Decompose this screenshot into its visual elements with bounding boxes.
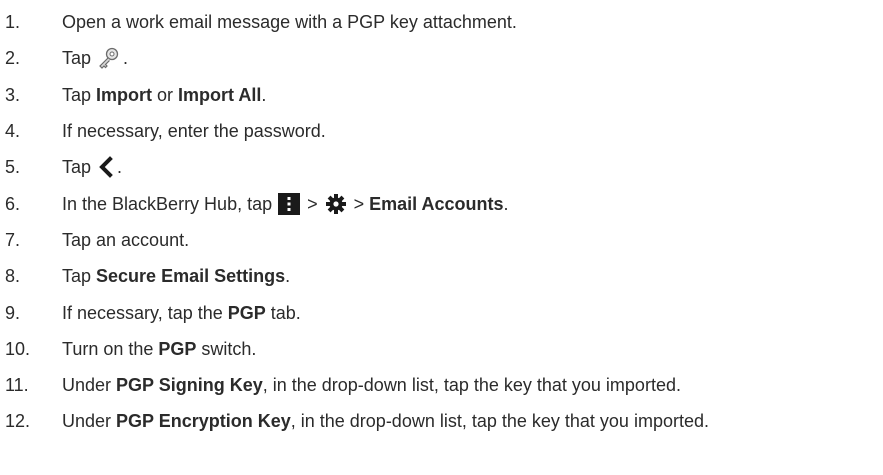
step-text-segment: Turn on the (62, 338, 159, 359)
step-text-segment: . (261, 84, 267, 105)
step-text-segment: Open a work email message with a PGP key… (62, 12, 517, 33)
step-text: Under PGP Encryption Key , in the drop-d… (62, 412, 709, 430)
step-number: 6. (5, 193, 21, 214)
ui-term-pgp-encryption-key: PGP Encryption Key (116, 411, 291, 432)
step-text: In the BlackBerry Hub, tap > > Email Acc… (62, 192, 509, 215)
step-number: 10. (5, 338, 31, 359)
step-7: 7. Tap an account. (0, 222, 883, 258)
step-text-segment: . (503, 193, 509, 214)
step-text: Tap . (62, 156, 123, 179)
step-text-segment: In the BlackBerry Hub, tap (62, 193, 273, 214)
ui-term-pgp: PGP (227, 302, 266, 323)
step-5: 5. Tap . (0, 149, 883, 185)
step-4: 4. If necessary, enter the password. (0, 113, 883, 149)
step-10: 10. Turn on the PGP switch. (0, 331, 883, 367)
step-text-segment: If necessary, tap the (62, 302, 228, 323)
step-text-segment: > (302, 193, 323, 214)
step-text: If necessary, tap the PGP tab. (62, 304, 301, 322)
step-text: Tap Secure Email Settings . (62, 267, 290, 285)
step-text-segment: , in the drop-down list, tap the key tha… (262, 375, 681, 396)
back-icon (97, 156, 115, 179)
step-text-segment: Tap an account. (62, 229, 190, 250)
menu-icon (278, 192, 301, 215)
step-text-segment: switch. (196, 338, 257, 359)
step-text-segment: Tap (62, 48, 92, 69)
step-text-segment: . (117, 157, 123, 178)
ui-term-import-all: Import All (178, 84, 262, 105)
step-text-segment: Tap (62, 157, 92, 178)
step-number: 11. (5, 375, 29, 396)
step-text-segment: Tap (62, 266, 97, 287)
step-3: 3. Tap Import or Import All . (0, 77, 883, 113)
ui-term-email-accounts: Email Accounts (369, 193, 504, 214)
step-text-segment: Under (62, 375, 117, 396)
step-number: 3. (5, 84, 21, 105)
step-8: 8. Tap Secure Email Settings . (0, 258, 883, 294)
step-text: Tap Import or Import All . (62, 86, 266, 104)
ui-term-secure-email-settings: Secure Email Settings (96, 266, 286, 287)
step-text-segment: Under (62, 411, 117, 432)
step-9: 9. If necessary, tap the PGP tab. (0, 294, 883, 330)
step-text-segment: tab. (265, 302, 301, 323)
step-text-segment: . (285, 266, 291, 287)
ui-term-import: Import (96, 84, 153, 105)
step-text-segment: Tap (62, 84, 97, 105)
step-12: 12. Under PGP Encryption Key , in the dr… (0, 403, 883, 439)
step-1: 1. Open a work email message with a PGP … (0, 4, 883, 40)
step-number: 2. (5, 48, 21, 69)
step-text-segment: > (348, 193, 370, 214)
step-6: 6. In the BlackBerry Hub, tap > > Email … (0, 185, 883, 221)
step-text-segment: or (152, 84, 179, 105)
instruction-list: 1. Open a work email message with a PGP … (0, 0, 883, 475)
step-number: 5. (5, 157, 21, 178)
step-text: Tap an account. (62, 231, 189, 249)
step-number: 1. (5, 12, 21, 33)
step-text-segment: , in the drop-down list, tap the key tha… (290, 411, 709, 432)
step-11: 11. Under PGP Signing Key , in the drop-… (0, 367, 883, 403)
step-text: If necessary, enter the password. (62, 122, 326, 140)
step-text-segment: . (123, 48, 129, 69)
step-2: 2. Tap . (0, 40, 883, 76)
step-text: Under PGP Signing Key , in the drop-down… (62, 376, 681, 394)
step-text-segment: If necessary, enter the password. (62, 121, 326, 142)
ui-term-pgp-signing-key: PGP Signing Key (116, 375, 263, 396)
step-number: 7. (5, 229, 21, 250)
step-text: Open a work email message with a PGP key… (62, 13, 517, 31)
step-text: Tap . (62, 46, 128, 70)
step-number: 8. (5, 266, 21, 287)
step-number: 4. (5, 121, 21, 142)
ui-term-pgp: PGP (158, 338, 197, 359)
step-number: 9. (5, 302, 21, 323)
step-number: 12. (5, 411, 31, 432)
step-text: Turn on the PGP switch. (62, 340, 256, 358)
key-icon (97, 46, 121, 70)
gear-icon (325, 193, 347, 215)
